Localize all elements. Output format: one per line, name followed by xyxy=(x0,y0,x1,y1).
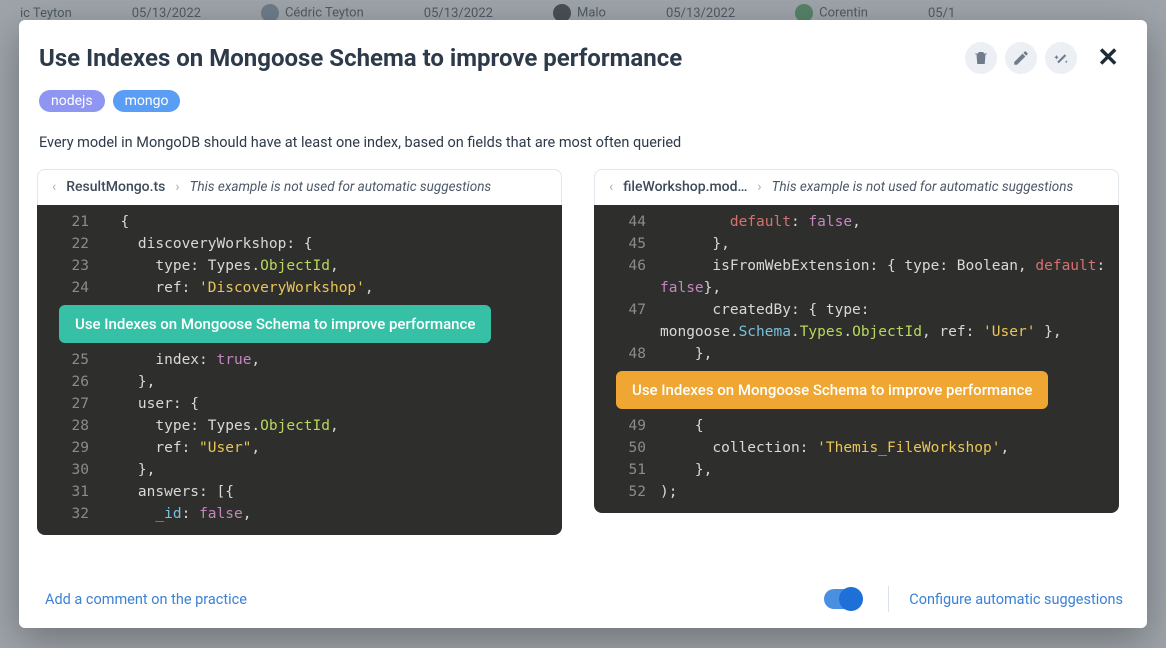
example-filename: fileWorkshop.mod… xyxy=(623,179,747,195)
trash-icon xyxy=(972,49,990,67)
suggestion-banner[interactable]: Use Indexes on Mongoose Schema to improv… xyxy=(616,371,1048,409)
modal-footer: Add a comment on the practice Configure … xyxy=(19,572,1147,628)
configure-suggestions-link[interactable]: Configure automatic suggestions xyxy=(909,591,1123,608)
code-block-left: 21 {22 discoveryWorkshop: {23 type: Type… xyxy=(37,205,562,535)
next-example-button[interactable]: › xyxy=(757,179,761,195)
practice-modal: Use Indexes on Mongoose Schema to improv… xyxy=(19,20,1147,628)
example-filename: ResultMongo.ts xyxy=(66,179,165,195)
footer-divider xyxy=(888,586,889,612)
example-note: This example is not used for automatic s… xyxy=(772,179,1104,196)
example-pane-left: ‹ ResultMongo.ts › This example is not u… xyxy=(37,169,562,535)
auto-suggest-toggle[interactable] xyxy=(824,589,862,609)
modal-header: Use Indexes on Mongoose Schema to improv… xyxy=(37,42,1119,74)
suggestion-banner[interactable]: Use Indexes on Mongoose Schema to improv… xyxy=(59,305,491,343)
prev-example-button[interactable]: ‹ xyxy=(52,179,56,195)
pencil-icon xyxy=(1012,49,1030,67)
tag-mongo[interactable]: mongo xyxy=(113,90,181,112)
code-block-right: 44 default: false,45 },46 isFromWebExten… xyxy=(594,205,1119,513)
delete-button[interactable] xyxy=(965,42,997,74)
add-comment-link[interactable]: Add a comment on the practice xyxy=(45,591,247,608)
example-pane-right: ‹ fileWorkshop.mod… › This example is no… xyxy=(594,169,1119,535)
examples-scroll[interactable]: ‹ ResultMongo.ts › This example is not u… xyxy=(37,169,1119,572)
example-note: This example is not used for automatic s… xyxy=(190,179,547,196)
wand-icon xyxy=(1052,49,1070,67)
prev-example-button[interactable]: ‹ xyxy=(609,179,613,195)
close-button[interactable]: ✕ xyxy=(1097,45,1119,71)
tag-nodejs[interactable]: nodejs xyxy=(39,90,105,112)
wand-button[interactable] xyxy=(1045,42,1077,74)
modal-title: Use Indexes on Mongoose Schema to improv… xyxy=(37,44,957,72)
edit-button[interactable] xyxy=(1005,42,1037,74)
next-example-button[interactable]: › xyxy=(175,179,179,195)
practice-description: Every model in MongoDB should have at le… xyxy=(39,134,1119,151)
tag-list: nodejs mongo xyxy=(39,90,1119,112)
